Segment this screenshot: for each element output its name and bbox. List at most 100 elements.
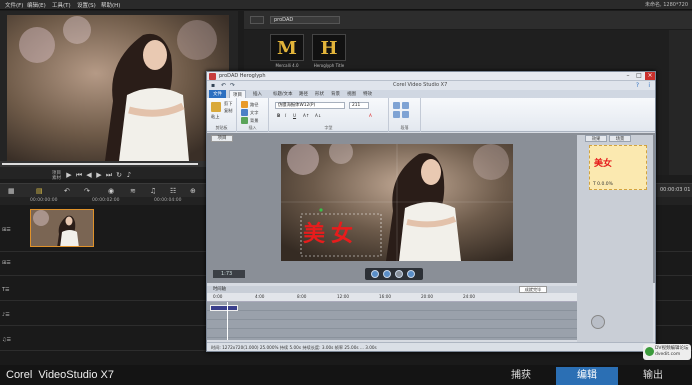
close-icon[interactable]: ×: [645, 72, 655, 80]
undo-icon[interactable]: ↶: [221, 82, 226, 89]
voice-track-icon[interactable]: ♪☰: [2, 312, 26, 318]
background-label[interactable]: 背景: [250, 118, 258, 124]
minimize-icon[interactable]: –: [623, 72, 633, 80]
lock-icon[interactable]: [591, 315, 605, 329]
play-icon[interactable]: ▶: [64, 171, 74, 179]
home-icon[interactable]: ⏮: [74, 171, 84, 180]
site-watermark: DV视频编辑论坛 dvedit.com: [643, 344, 691, 360]
font-color-icon[interactable]: A: [369, 113, 372, 118]
prodad-timeline-tracks: [207, 302, 577, 340]
repeat-icon[interactable]: ↻: [114, 171, 124, 179]
tab-project[interactable]: 项目: [229, 90, 246, 98]
zoom-icon[interactable]: ⊕: [190, 187, 196, 195]
forward-icon[interactable]: [407, 270, 415, 278]
library-item-heroglyph[interactable]: H: [312, 34, 346, 61]
menu-edit[interactable]: 编辑(E): [27, 1, 46, 9]
preview-panel: 项目 素材 ▶ ⏮ ◀ ▶ ⏭ ↻ ♪: [0, 11, 238, 181]
tab-effects-panel[interactable]: 效果: [585, 135, 607, 142]
title-track-icon[interactable]: T☰: [2, 287, 26, 293]
font-shrink-icon[interactable]: A↓: [315, 113, 321, 118]
menu-file[interactable]: 文件(F): [5, 1, 23, 9]
menu-settings[interactable]: 设置(S): [77, 1, 96, 9]
prodad-timeline-ruler[interactable]: 0:00 4:00 8:00 12:00 16:00 20:00 24:00: [207, 293, 577, 302]
tab-scene-panel[interactable]: 场景: [609, 135, 631, 142]
mercalli-icon: M: [277, 38, 297, 59]
menu-tools[interactable]: 工具(T): [52, 1, 71, 9]
tab-edit[interactable]: 编辑: [556, 367, 618, 385]
auto-music-icon[interactable]: ♫: [150, 187, 156, 195]
stop-icon[interactable]: [395, 270, 403, 278]
info-icon[interactable]: i: [648, 82, 650, 89]
redo-icon[interactable]: ↷: [230, 82, 235, 89]
align-left-icon[interactable]: [393, 102, 400, 109]
tab-path[interactable]: 路径: [299, 91, 308, 97]
video-clip[interactable]: [30, 209, 94, 247]
copy-label[interactable]: 复制: [224, 108, 232, 114]
overlay-track-icon[interactable]: ⊞☰: [2, 260, 26, 266]
menu-help[interactable]: 帮助(H): [101, 1, 120, 9]
ruler-tick: 4:00: [255, 294, 265, 299]
storyboard-icon[interactable]: ▦: [8, 187, 15, 195]
tab-effects[interactable]: 特效: [363, 91, 372, 97]
videostudio-window: 文件(F) 编辑(E) 工具(T) 设置(S) 帮助(H) 未命名, 1280*…: [0, 0, 692, 385]
path-icon[interactable]: [241, 101, 248, 108]
font-name-select[interactable]: 仿膜海报体W12(P): [275, 102, 345, 109]
text-icon[interactable]: [241, 109, 248, 116]
font-grow-icon[interactable]: A↑: [303, 113, 309, 118]
play-icon[interactable]: [383, 270, 391, 278]
tab-capture[interactable]: 捕获: [490, 367, 552, 385]
cut-label[interactable]: 剪下: [224, 101, 232, 107]
library-folder-icon[interactable]: [250, 16, 264, 24]
tab-insert[interactable]: 插入: [253, 91, 262, 97]
help-icon[interactable]: ?: [636, 82, 639, 89]
tab-shape[interactable]: 形状: [315, 91, 324, 97]
redo-icon[interactable]: ↷: [84, 187, 90, 195]
record-icon[interactable]: ◉: [108, 187, 114, 195]
title-canvas[interactable]: 美女: [281, 144, 513, 261]
end-icon[interactable]: ⏭: [104, 171, 114, 180]
effects-panel: 效果 场景 美女 T 0.0.0%: [577, 135, 653, 347]
track-manager-icon[interactable]: ☷: [170, 187, 176, 195]
background-icon[interactable]: [241, 117, 248, 124]
tab-view[interactable]: 视图: [347, 91, 356, 97]
tab-file[interactable]: 文件: [209, 90, 226, 98]
title-text[interactable]: 美女: [303, 216, 359, 248]
editor-tab[interactable]: 项目: [211, 135, 233, 142]
save-icon[interactable]: ▪: [211, 82, 215, 89]
paste-icon[interactable]: [211, 102, 221, 112]
tab-title[interactable]: 标题/文本: [273, 91, 293, 97]
next-frame-icon[interactable]: ▶: [94, 171, 104, 179]
timeline-tab[interactable]: 时间轴: [213, 286, 226, 292]
object-card[interactable]: 美女 T 0.0.0%: [589, 145, 647, 190]
playhead[interactable]: [227, 302, 228, 340]
maximize-icon[interactable]: □: [634, 72, 644, 80]
justify-icon[interactable]: [402, 111, 409, 118]
text-label[interactable]: 文字: [250, 110, 258, 116]
tab-share[interactable]: 输出: [622, 367, 684, 385]
video-track-icon[interactable]: ⊞☰: [2, 227, 26, 233]
music-track-icon[interactable]: ♫☰: [2, 337, 26, 343]
mixer-icon[interactable]: ≋: [130, 187, 136, 195]
paragraph-group-label: 段落: [400, 125, 409, 130]
undo-icon[interactable]: ↶: [64, 187, 70, 195]
align-right-icon[interactable]: [393, 111, 400, 118]
heroglyph-icon: H: [320, 38, 338, 59]
site-logo-icon: [645, 347, 654, 356]
italic-icon[interactable]: I: [285, 113, 286, 118]
path-label[interactable]: 路径: [250, 102, 258, 108]
timeline-view-icon[interactable]: ▤: [36, 187, 43, 195]
clipboard-group: 粘上 剪下 复制 剪贴板: [207, 98, 237, 132]
rewind-icon[interactable]: [371, 270, 379, 278]
library-item-mercalli[interactable]: M: [270, 34, 304, 61]
library-dropdown[interactable]: proDAD: [270, 16, 340, 24]
align-center-icon[interactable]: [402, 102, 409, 109]
bold-icon[interactable]: B: [277, 113, 280, 118]
volume-icon[interactable]: ♪: [124, 171, 134, 179]
preview-scrubber[interactable]: [0, 161, 238, 167]
font-size-select[interactable]: 211: [349, 102, 369, 109]
tab-background[interactable]: 背景: [331, 91, 340, 97]
window-titlebar[interactable]: proDAD Heroglyph – □ ×: [207, 72, 655, 81]
mode-clip-label[interactable]: 素材: [52, 176, 61, 181]
prev-frame-icon[interactable]: ◀: [84, 171, 94, 179]
underline-icon[interactable]: U: [293, 113, 296, 118]
